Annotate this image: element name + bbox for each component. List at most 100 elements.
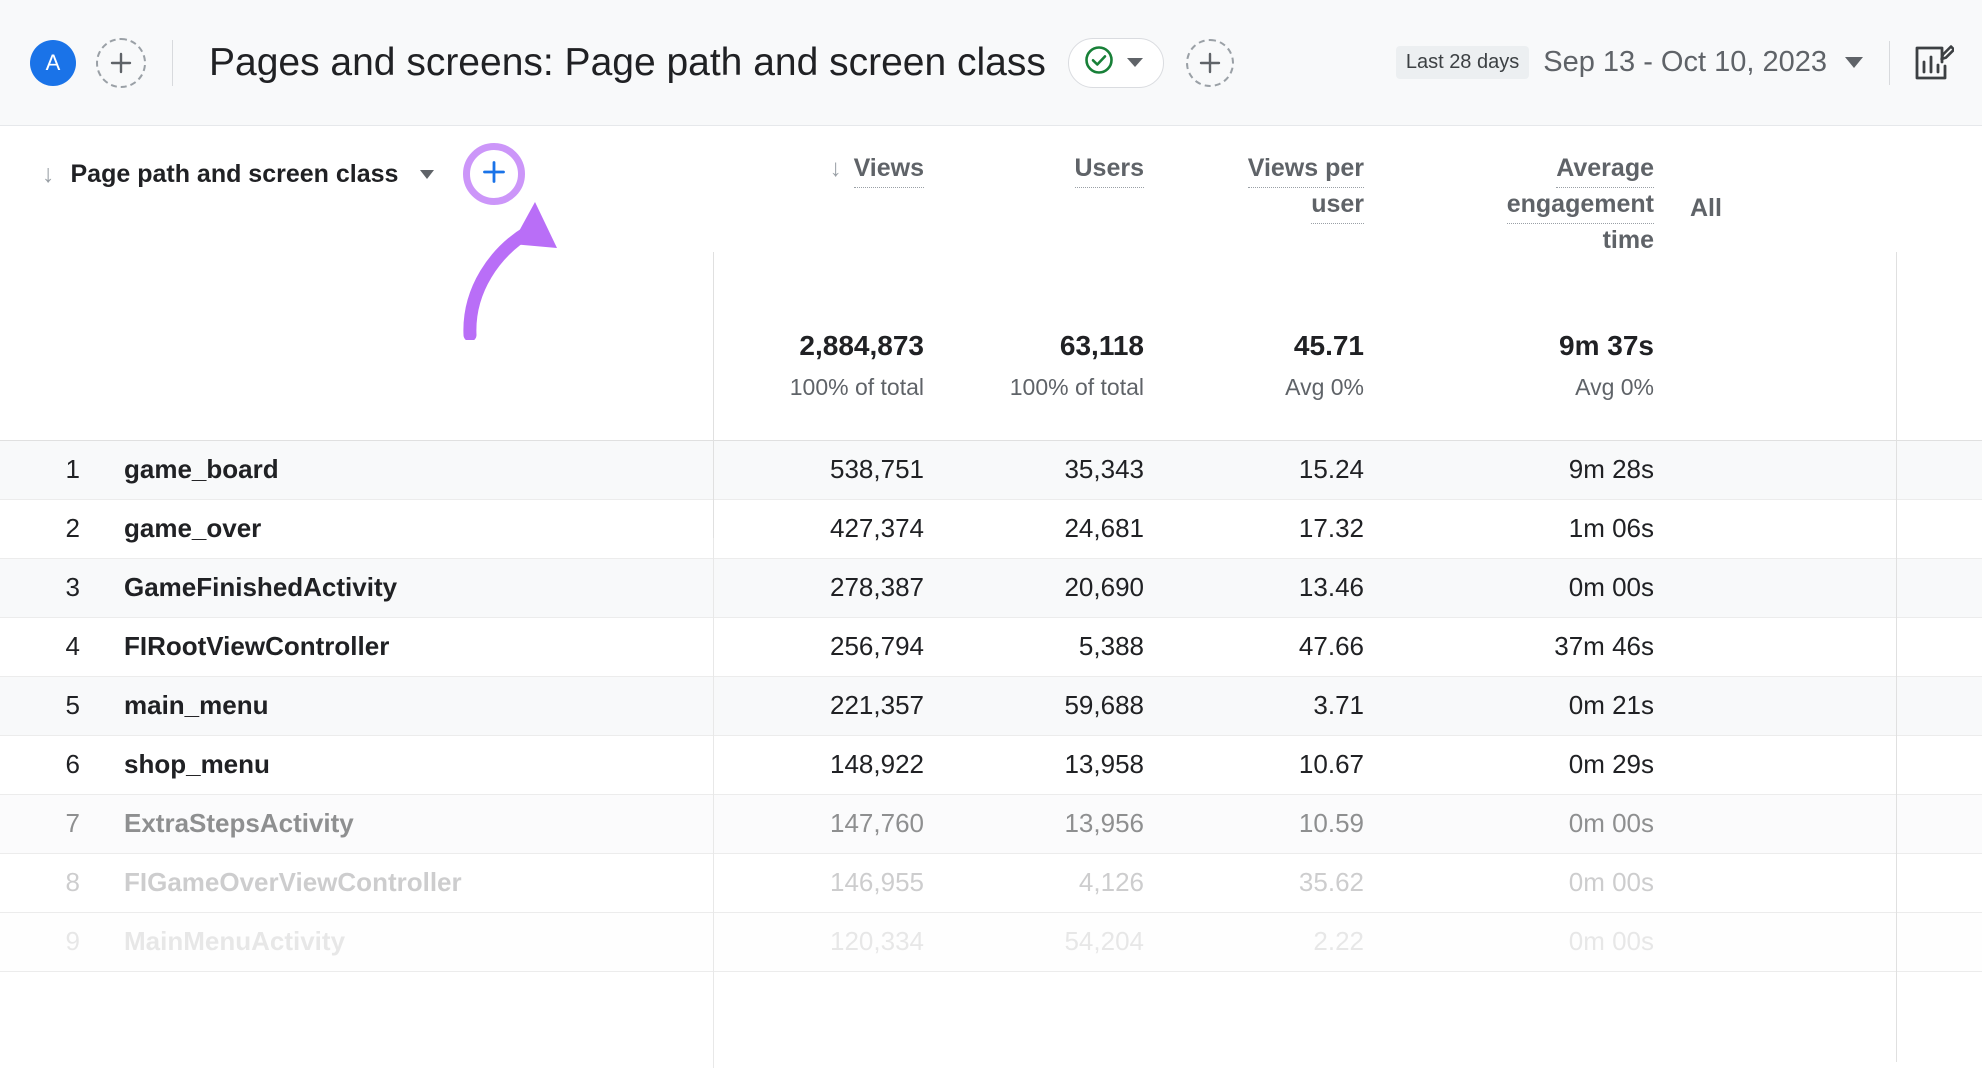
row-users: 20,690 xyxy=(954,558,1174,617)
row-dimension[interactable]: FIGameOverViewController xyxy=(98,853,714,912)
dimension-header: ↓ Page path and screen class xyxy=(0,126,714,322)
row-rank: 5 xyxy=(0,676,98,735)
column-header-avg-engagement-time[interactable]: Average engagement time xyxy=(1394,126,1684,322)
rows-column-separator xyxy=(713,538,714,1068)
row-views: 427,374 xyxy=(714,499,954,558)
table-row[interactable]: 4 FIRootViewController 256,794 5,388 47.… xyxy=(0,617,1982,676)
totals-users-sub: 100% of total xyxy=(954,376,1174,399)
row-views: 146,955 xyxy=(714,853,954,912)
totals-views-per-user-value: 45.71 xyxy=(1174,332,1394,360)
row-views: 538,751 xyxy=(714,440,954,499)
totals-avg-engagement-value: 9m 37s xyxy=(1394,332,1684,360)
sort-descending-icon[interactable]: ↓ xyxy=(42,162,55,187)
column-header-users[interactable]: Users xyxy=(954,126,1174,322)
row-views: 221,357 xyxy=(714,676,954,735)
row-views-per-user: 3.71 xyxy=(1174,676,1394,735)
row-dimension[interactable]: main_menu xyxy=(98,676,714,735)
row-views-per-user: 10.59 xyxy=(1174,794,1394,853)
row-views-per-user: 17.32 xyxy=(1174,499,1394,558)
row-users: 5,388 xyxy=(954,617,1174,676)
table-row[interactable]: 9 MainMenuActivity 120,334 54,204 2.22 0… xyxy=(0,912,1982,971)
row-dimension[interactable]: ExtraStepsActivity xyxy=(98,794,714,853)
row-dimension[interactable]: FIRootViewController xyxy=(98,617,714,676)
row-users: 13,956 xyxy=(954,794,1174,853)
row-event-count xyxy=(1684,440,1982,499)
row-rank: 6 xyxy=(0,735,98,794)
plus-icon xyxy=(108,50,134,76)
plus-icon xyxy=(1197,50,1223,76)
column-header-views-per-user[interactable]: Views per user xyxy=(1174,126,1394,322)
row-dimension[interactable]: MainMenuActivity xyxy=(98,912,714,971)
totals-users-cell: 63,118 100% of total xyxy=(954,322,1174,440)
add-dimension-button[interactable] xyxy=(472,152,516,196)
row-rank: 2 xyxy=(0,499,98,558)
column-header-event-count[interactable]: Ev All xyxy=(1684,126,1982,322)
table-row[interactable]: 5 main_menu 221,357 59,688 3.71 0m 21s xyxy=(0,676,1982,735)
column-header-users-label: Users xyxy=(1075,152,1145,188)
date-range-text[interactable]: Sep 13 - Oct 10, 2023 xyxy=(1543,46,1827,79)
row-views-per-user: 10.67 xyxy=(1174,735,1394,794)
row-dimension[interactable]: GameFinishedActivity xyxy=(98,558,714,617)
report-table: ↓ Page path and screen class xyxy=(0,126,1982,972)
row-rank: 8 xyxy=(0,853,98,912)
dimension-label[interactable]: Page path and screen class xyxy=(71,160,399,189)
row-avg-engagement: 0m 00s xyxy=(1394,853,1684,912)
row-rank: 7 xyxy=(0,794,98,853)
add-filter-button[interactable] xyxy=(1186,39,1234,87)
row-avg-engagement: 0m 21s xyxy=(1394,676,1684,735)
table-row[interactable]: 7 ExtraStepsActivity 147,760 13,956 10.5… xyxy=(0,794,1982,853)
totals-row: 2,884,873 100% of total 63,118 100% of t… xyxy=(0,322,1982,440)
table-right-edge xyxy=(1896,252,1897,1062)
totals-views-cell: 2,884,873 100% of total xyxy=(714,322,954,440)
totals-users-value: 63,118 xyxy=(954,332,1174,360)
column-header-views[interactable]: ↓ Views xyxy=(714,126,954,322)
check-circle-icon xyxy=(1083,44,1115,81)
totals-views-per-user-sub: Avg 0% xyxy=(1174,376,1394,399)
row-views: 148,922 xyxy=(714,735,954,794)
row-views: 278,387 xyxy=(714,558,954,617)
row-rank: 4 xyxy=(0,617,98,676)
date-range-badge: Last 28 days xyxy=(1396,46,1529,79)
row-event-count xyxy=(1684,735,1982,794)
row-event-count xyxy=(1684,617,1982,676)
row-event-count xyxy=(1684,558,1982,617)
row-dimension[interactable]: game_board xyxy=(98,440,714,499)
header-divider xyxy=(172,40,173,86)
header-column-separator xyxy=(713,252,714,538)
column-header-views-per-user-line1: Views per xyxy=(1248,152,1364,188)
totals-views-value: 2,884,873 xyxy=(714,332,954,360)
table-row[interactable]: 8 FIGameOverViewController 146,955 4,126… xyxy=(0,853,1982,912)
add-comparison-button[interactable] xyxy=(96,38,146,88)
avatar[interactable]: A xyxy=(30,40,76,86)
row-users: 4,126 xyxy=(954,853,1174,912)
page-title: Pages and screens: Page path and screen … xyxy=(209,41,1046,85)
row-avg-engagement: 0m 00s xyxy=(1394,794,1684,853)
row-event-count xyxy=(1684,499,1982,558)
annotation-highlight-ring xyxy=(463,143,525,205)
row-avg-engagement: 0m 29s xyxy=(1394,735,1684,794)
chevron-down-icon[interactable] xyxy=(1845,57,1863,68)
column-header-views-per-user-line2: user xyxy=(1311,188,1364,224)
row-users: 59,688 xyxy=(954,676,1174,735)
totals-views-sub: 100% of total xyxy=(714,376,954,399)
table-row[interactable]: 2 game_over 427,374 24,681 17.32 1m 06s xyxy=(0,499,1982,558)
row-views-per-user: 15.24 xyxy=(1174,440,1394,499)
edit-chart-icon[interactable] xyxy=(1912,42,1954,84)
row-views-per-user: 35.62 xyxy=(1174,853,1394,912)
row-users: 54,204 xyxy=(954,912,1174,971)
chevron-down-icon xyxy=(1127,58,1143,67)
table-row[interactable]: 6 shop_menu 148,922 13,958 10.67 0m 29s xyxy=(0,735,1982,794)
row-dimension[interactable]: shop_menu xyxy=(98,735,714,794)
totals-event-count-cell xyxy=(1684,322,1982,440)
row-event-count xyxy=(1684,912,1982,971)
row-views-per-user: 47.66 xyxy=(1174,617,1394,676)
row-dimension[interactable]: game_over xyxy=(98,499,714,558)
table-row[interactable]: 3 GameFinishedActivity 278,387 20,690 13… xyxy=(0,558,1982,617)
report-table-container[interactable]: ↓ Page path and screen class xyxy=(0,126,1982,1068)
row-event-count xyxy=(1684,794,1982,853)
status-chip[interactable] xyxy=(1068,38,1164,88)
chevron-down-icon[interactable] xyxy=(420,170,434,179)
column-header-views-label: Views xyxy=(854,152,924,188)
table-row[interactable]: 1 game_board 538,751 35,343 15.24 9m 28s xyxy=(0,440,1982,499)
totals-avg-engagement-cell: 9m 37s Avg 0% xyxy=(1394,322,1684,440)
